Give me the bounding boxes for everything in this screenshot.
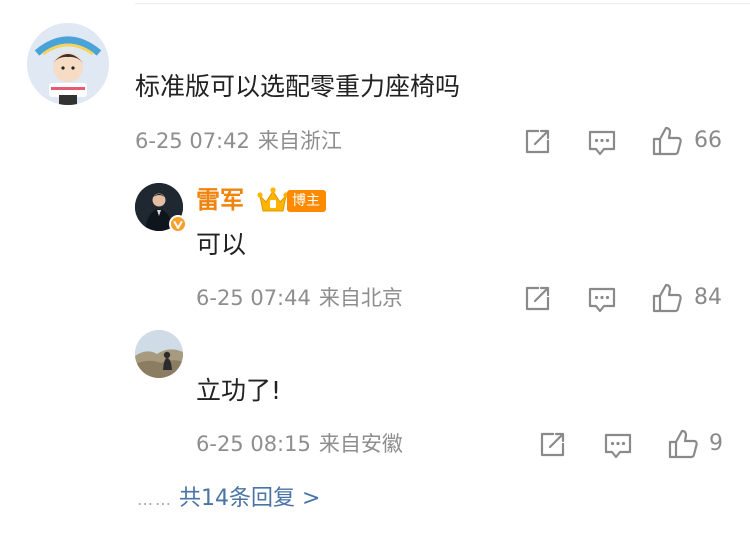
like-icon[interactable] — [651, 125, 683, 157]
share-icon[interactable] — [538, 431, 566, 459]
comment-location: 来自浙江 — [257, 129, 342, 153]
like-icon[interactable] — [667, 428, 699, 460]
share-icon[interactable] — [523, 128, 551, 156]
like-icon[interactable] — [651, 282, 683, 314]
more-replies[interactable]: …… 共14条回复 > — [137, 484, 320, 515]
crown-icon — [256, 186, 290, 216]
reply-text: 立功了! — [196, 376, 282, 405]
verified-icon — [169, 215, 187, 233]
reply-location: 来自安徽 — [318, 432, 403, 456]
comment-text: 标准版可以选配零重力座椅吗 — [135, 72, 461, 101]
like-count: 9 — [709, 431, 723, 456]
reply-author-name[interactable]: 雷军 — [196, 183, 244, 217]
comment-date: 6-25 07:42 — [135, 129, 250, 153]
comment-icon[interactable] — [587, 286, 617, 314]
reply-text: 可以 — [196, 230, 247, 259]
top-divider — [135, 3, 750, 4]
comment-meta: 6-25 07:42 来自浙江 — [135, 126, 342, 156]
comment-icon[interactable] — [603, 432, 633, 460]
comment-icon[interactable] — [587, 129, 617, 157]
reply-date: 6-25 08:15 — [196, 432, 311, 456]
commenter-avatar[interactable] — [27, 23, 109, 105]
reply-location: 来自北京 — [318, 286, 403, 310]
more-replies-dots: …… — [137, 490, 173, 509]
host-badge: 博主 — [287, 190, 326, 212]
reply-meta: 6-25 07:44 来自北京 — [196, 283, 403, 313]
reply-date: 6-25 07:44 — [196, 286, 311, 310]
reply-author-avatar[interactable] — [135, 330, 183, 378]
like-count: 66 — [694, 128, 722, 153]
more-replies-link[interactable]: 共14条回复 > — [179, 486, 320, 511]
share-icon[interactable] — [523, 285, 551, 313]
reply-meta: 6-25 08:15 来自安徽 — [196, 429, 403, 459]
reply-author-avatar[interactable] — [135, 183, 187, 233]
like-count: 84 — [694, 285, 722, 310]
